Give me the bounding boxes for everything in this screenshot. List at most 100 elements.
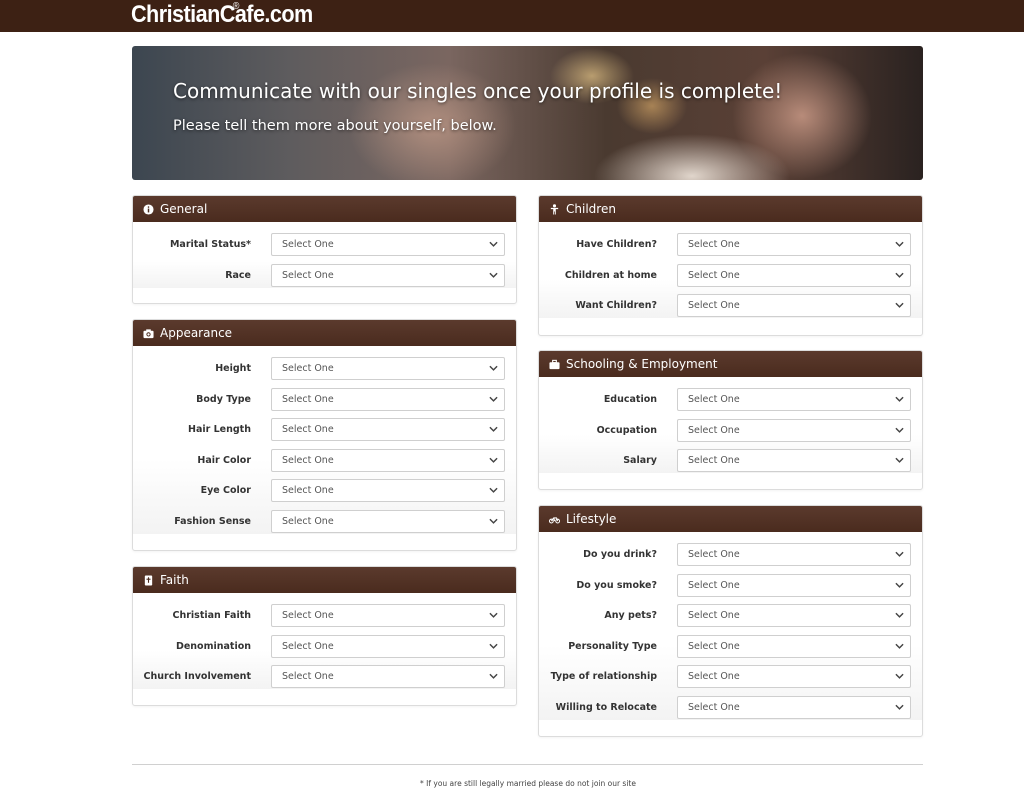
field-label: Want Children? [575,300,657,311]
chevron-down-icon [895,272,904,278]
field-hair-color: Hair Color Select One [133,448,516,473]
select-value: Select One [282,610,334,621]
church-involvement-select[interactable]: Select One [271,665,505,688]
bicycle-icon [549,516,560,523]
field-drink: Do you drink? Select One [539,543,922,567]
relocate-select[interactable]: Select One [677,695,911,719]
footnote: * If you are still legally married pleas… [420,779,636,788]
chevron-down-icon [489,457,498,463]
height-select[interactable]: Select One [271,357,505,380]
field-smoke: Do you smoke? Select One [539,573,922,598]
salary-select[interactable]: Select One [677,449,911,472]
smoke-select[interactable]: Select One [677,573,911,597]
chevron-down-icon [489,673,498,679]
field-hair-length: Hair Length Select One [133,418,516,442]
have-children-select[interactable]: Select One [677,233,911,256]
field-label: Any pets? [604,610,657,621]
chevron-down-icon [895,241,904,247]
field-occupation: Occupation Select One [539,418,922,443]
field-label: Occupation [596,424,657,436]
top-bar: ChristianCafe.com ® [0,0,1024,32]
field-label: Body Type [196,393,251,405]
chevron-down-icon [895,612,904,618]
field-personality-type: Personality Type Select One [539,634,922,659]
field-label: Have Children? [576,239,657,250]
panel-schooling-header: Schooling & Employment [539,351,922,377]
panel-faith-header: Faith [133,567,516,593]
personality-type-select[interactable]: Select One [677,634,911,658]
panel-general: General Marital Status* Select One Race … [132,195,517,304]
field-label: Fashion Sense [174,515,251,527]
field-relocate: Willing to Relocate Select One [539,695,922,720]
select-value: Select One [282,640,334,652]
child-icon [550,203,559,215]
chevron-down-icon [489,643,498,649]
panel-lifestyle: Lifestyle Do you drink? Select One Do yo… [538,505,923,737]
fashion-sense-select[interactable]: Select One [271,509,505,533]
drink-select[interactable]: Select One [677,543,911,566]
chevron-down-icon [489,365,498,371]
chevron-down-icon [895,302,904,308]
field-race: Race Select One [133,263,516,288]
panel-appearance: Appearance Height Select One Body Type S… [132,319,517,551]
select-value: Select One [688,394,740,405]
bible-icon [144,574,153,586]
field-label: Personality Type [568,640,657,652]
body-type-select[interactable]: Select One [271,387,505,411]
select-value: Select One [688,549,740,560]
chevron-down-icon [895,427,904,433]
field-education: Education Select One [539,388,922,412]
site-logo[interactable]: ChristianCafe.com ® [131,1,313,29]
field-relationship-type: Type of relationship Select One [539,665,922,689]
field-christian-faith: Christian Faith Select One [133,604,516,628]
chevron-down-icon [895,643,904,649]
panel-faith: Faith Christian Faith Select One Denomin… [132,566,517,706]
race-select[interactable]: Select One [271,263,505,287]
field-body-type: Body Type Select One [133,387,516,412]
select-value: Select One [282,269,334,281]
field-label: Marital Status* [169,239,251,250]
denomination-select[interactable]: Select One [271,634,505,658]
field-want-children: Want Children? Select One [539,294,922,318]
briefcase-icon [549,359,560,369]
children-at-home-select[interactable]: Select One [677,263,911,287]
select-value: Select One [688,610,740,621]
occupation-select[interactable]: Select One [677,418,911,442]
chevron-down-icon [489,518,498,524]
select-value: Select One [282,515,334,527]
hair-color-select[interactable]: Select One [271,448,505,472]
panel-title: Children [566,202,616,216]
info-icon [143,203,154,215]
hero-banner: Communicate with our singles once your p… [132,46,923,180]
select-value: Select One [282,671,334,682]
field-label: Church Involvement [143,671,251,682]
select-value: Select One [282,363,334,374]
chevron-down-icon [895,396,904,402]
chevron-down-icon [489,272,498,278]
chevron-down-icon [895,704,904,710]
chevron-down-icon [489,396,498,402]
field-label: Denomination [175,640,251,652]
select-value: Select One [282,485,334,496]
field-label: Children at home [564,269,657,281]
education-select[interactable]: Select One [677,388,911,411]
select-value: Select One [688,455,740,466]
chevron-down-icon [895,457,904,463]
field-denomination: Denomination Select One [133,634,516,659]
marital-status-select[interactable]: Select One [271,233,505,256]
field-pets: Any pets? Select One [539,604,922,628]
field-label: Do you drink? [583,549,657,560]
select-value: Select One [688,239,740,250]
panel-lifestyle-header: Lifestyle [539,506,922,532]
eye-color-select[interactable]: Select One [271,479,505,502]
field-salary: Salary Select One [539,449,922,473]
field-label: Eye Color [200,485,251,496]
hair-length-select[interactable]: Select One [271,418,505,441]
pets-select[interactable]: Select One [677,604,911,627]
relationship-type-select[interactable]: Select One [677,665,911,688]
christian-faith-select[interactable]: Select One [271,604,505,627]
want-children-select[interactable]: Select One [677,294,911,317]
field-children-at-home: Children at home Select One [539,263,922,288]
field-label: Salary [623,455,657,466]
chevron-down-icon [895,551,904,557]
